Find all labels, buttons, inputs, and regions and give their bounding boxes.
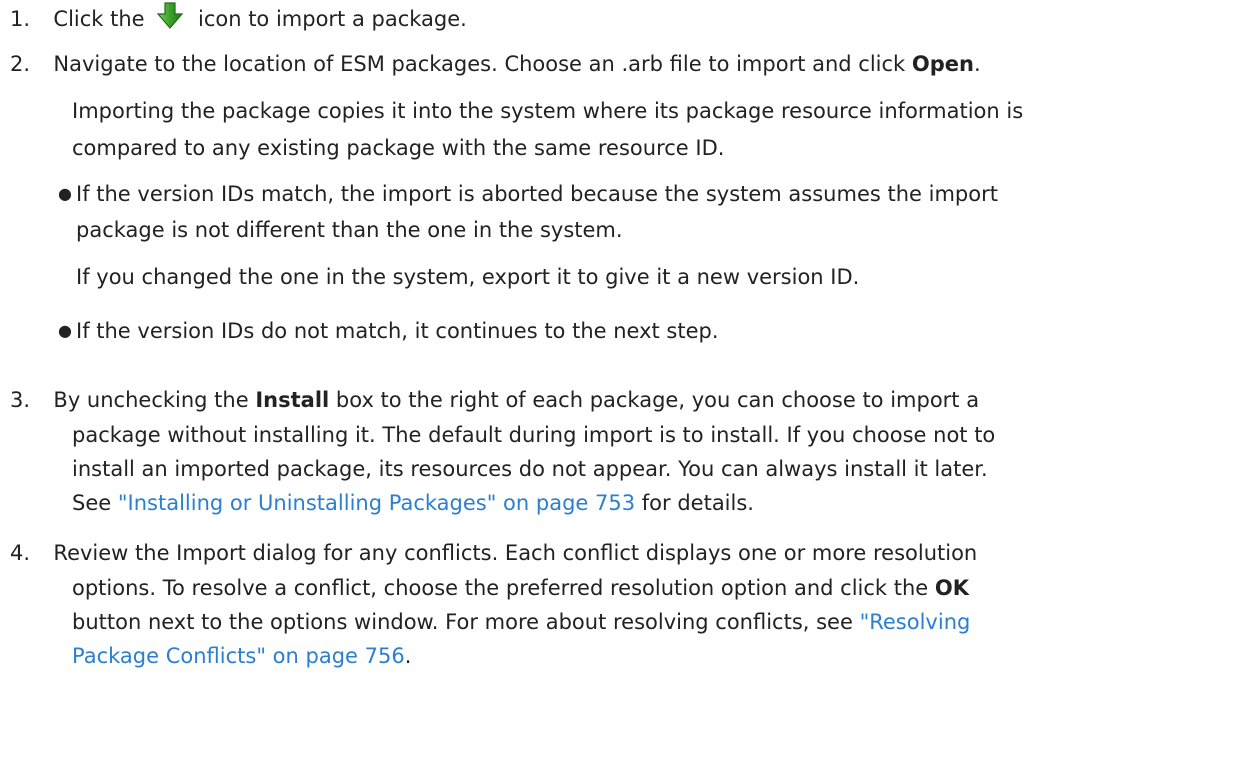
- step-text: button next to the options window. For m…: [72, 610, 853, 634]
- step-3-line-3: install an imported package, its resourc…: [72, 457, 988, 481]
- step-2-para-line-1: Importing the package copies it into the…: [72, 99, 1024, 123]
- step-3-line-4: See "Installing or Uninstalling Packages…: [72, 489, 754, 517]
- bullet-1-note: If you changed the one in the system, ex…: [76, 265, 860, 289]
- step-text: Review the Import dialog for any conflic…: [53, 541, 978, 565]
- step-text: for details.: [641, 491, 754, 515]
- step-number: 3.: [10, 388, 31, 412]
- step-text: Navigate to the location of ESM packages…: [53, 52, 906, 76]
- installing-packages-link[interactable]: "Installing or Uninstalling Packages" on…: [118, 491, 635, 515]
- install-label: Install: [255, 388, 330, 412]
- bullet-1-line-1: If the version IDs match, the import is …: [76, 182, 998, 206]
- bullet-icon: ●: [58, 321, 72, 340]
- step-2-line-1: 2. Navigate to the location of ESM packa…: [10, 50, 981, 78]
- step-number: 4.: [10, 541, 31, 565]
- step-text: icon to import a package.: [197, 7, 467, 31]
- punctuation: .: [404, 644, 412, 668]
- step-text: See: [72, 491, 112, 515]
- step-4-line-4: Package Conflicts" on page 756.: [72, 642, 411, 670]
- open-label: Open: [911, 52, 974, 76]
- resolving-conflicts-link[interactable]: "Resolving: [860, 610, 971, 634]
- step-text: options. To resolve a conflict, choose t…: [72, 576, 929, 600]
- step-text: Click the: [53, 7, 145, 31]
- step-2-para-line-2: compared to any existing package with th…: [72, 136, 725, 160]
- step-4-line-2: options. To resolve a conflict, choose t…: [72, 574, 969, 602]
- bullet-icon: ●: [58, 184, 72, 203]
- bullet-2-line-1: If the version IDs do not match, it cont…: [76, 319, 719, 343]
- ok-label: OK: [934, 576, 970, 600]
- step-3-line-1: 3. By unchecking the Install box to the …: [10, 386, 979, 414]
- bullet-1-line-2: package is not different than the one in…: [76, 218, 623, 242]
- step-1: 1. Click the icon to import a package.: [10, 2, 467, 33]
- punctuation: .: [973, 52, 981, 76]
- step-3-line-2: package without installing it. The defau…: [72, 423, 996, 447]
- step-number: 2.: [10, 52, 31, 76]
- green-down-arrow-icon: [155, 2, 185, 30]
- step-4-line-1: 4. Review the Import dialog for any conf…: [10, 539, 977, 567]
- step-text: By unchecking the: [53, 388, 249, 412]
- step-number: 1.: [10, 7, 31, 31]
- step-4-line-3: button next to the options window. For m…: [72, 608, 970, 636]
- resolving-conflicts-link-continued[interactable]: Package Conflicts" on page 756: [72, 644, 405, 668]
- step-text: box to the right of each package, you ca…: [335, 388, 980, 412]
